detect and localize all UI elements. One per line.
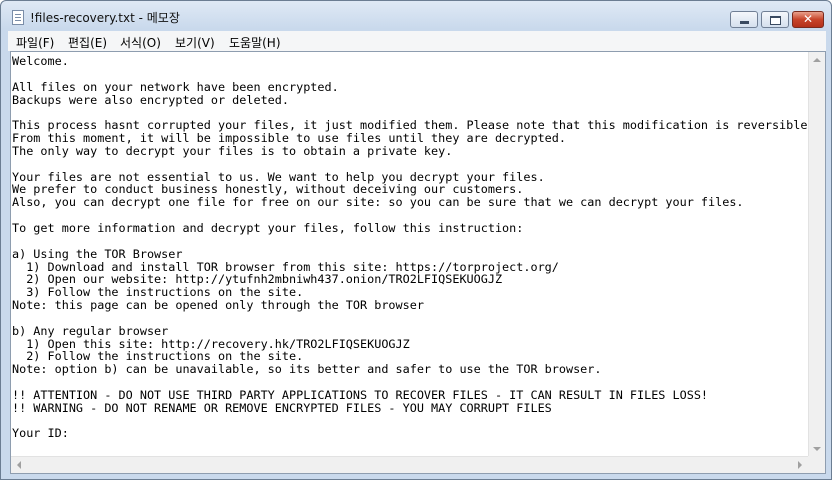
scrollbar-corner: [808, 456, 825, 473]
menu-help[interactable]: 도움말(H): [229, 34, 281, 51]
menu-edit[interactable]: 편집(E): [68, 34, 107, 51]
title-bar[interactable]: !files-recovery.txt - 메모장 ✕: [1, 1, 831, 31]
document-text[interactable]: Welcome. All files on your network have …: [12, 55, 808, 455]
scroll-up-icon[interactable]: [813, 58, 821, 62]
text-line: b) Any regular browser: [12, 323, 169, 338]
menu-view[interactable]: 보기(V): [175, 34, 215, 51]
scroll-left-icon[interactable]: [17, 461, 21, 469]
text-line: All files on your network have been encr…: [12, 79, 339, 94]
menu-file[interactable]: 파일(F): [16, 34, 54, 51]
notepad-window: !files-recovery.txt - 메모장 ✕ 파일(F) 편집(E) …: [0, 0, 832, 480]
text-line: Also, you can decrypt one file for free …: [12, 195, 744, 210]
close-button[interactable]: ✕: [792, 11, 824, 28]
close-icon: ✕: [802, 12, 814, 26]
menu-format[interactable]: 서식(O): [120, 34, 161, 51]
text-line: To get more information and decrypt your…: [12, 220, 524, 235]
text-line: a) Using the TOR Browser: [12, 246, 183, 261]
text-line: [12, 415, 808, 428]
maximize-icon: [762, 12, 788, 27]
menu-bar: 파일(F) 편집(E) 서식(O) 보기(V) 도움말(H): [8, 31, 826, 51]
notepad-icon: [12, 10, 24, 25]
scroll-down-icon[interactable]: [813, 447, 821, 451]
vertical-scrollbar[interactable]: [808, 52, 825, 457]
text-line: The only way to decrypt your files is to…: [12, 143, 453, 158]
text-line: [12, 312, 808, 325]
maximize-button[interactable]: [761, 11, 789, 28]
text-line: !! WARNING - DO NOT RENAME OR REMOVE ENC…: [12, 400, 552, 415]
text-line: [12, 235, 808, 248]
text-line: Your ID:: [12, 426, 69, 441]
text-line: Note: this page can be opened only throu…: [12, 298, 424, 313]
text-line: Note: option b) can be unavailable, so i…: [12, 362, 602, 377]
horizontal-scrollbar[interactable]: [11, 456, 808, 473]
text-line: Welcome.: [12, 55, 69, 68]
window-title: !files-recovery.txt - 메모장: [30, 11, 180, 25]
scroll-right-icon[interactable]: [798, 461, 802, 469]
text-line: !! ATTENTION - DO NOT USE THIRD PARTY AP…: [12, 387, 709, 402]
text-line: [12, 68, 808, 81]
text-editor[interactable]: Welcome. All files on your network have …: [10, 51, 826, 474]
minimize-button[interactable]: [730, 11, 758, 28]
text-line: From this moment, it will be impossible …: [12, 131, 566, 146]
text-line: [12, 158, 808, 171]
text-line: [12, 376, 808, 389]
minimize-icon: [731, 12, 757, 27]
text-line: Backups were also encrypted or deleted.: [12, 92, 289, 107]
